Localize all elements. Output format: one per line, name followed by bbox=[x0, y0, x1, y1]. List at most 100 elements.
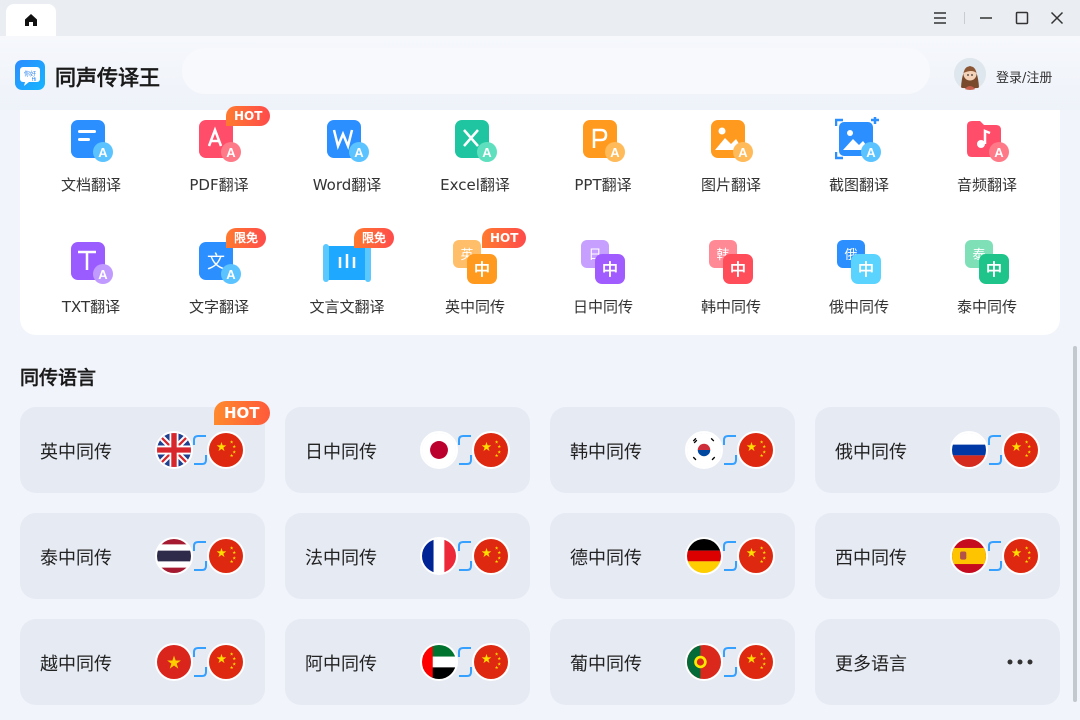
china-flag-icon: ★ ★★★★ bbox=[737, 537, 775, 575]
txt-translate-icon: A bbox=[71, 242, 113, 284]
lang-card-russian[interactable]: 俄中同传 ★ ★ ★ ★ ★ bbox=[815, 407, 1060, 493]
flag-pair: ★ ★ ★ ★ ★ bbox=[950, 431, 1040, 469]
svg-text:★: ★ bbox=[746, 651, 757, 666]
lang-card-korean[interactable]: 韩中同传 ★ ★ ★ ★ ★ bbox=[550, 407, 795, 493]
tool-pdf-translate[interactable]: A HOT PDF翻译 bbox=[155, 106, 283, 220]
uae-flag-icon bbox=[420, 643, 458, 681]
china-flag-icon: ★ ★★★★ bbox=[472, 643, 510, 681]
germany-flag-icon bbox=[685, 537, 723, 575]
svg-text:★: ★ bbox=[497, 550, 501, 556]
maximize-icon[interactable] bbox=[1012, 8, 1032, 28]
title-bar bbox=[0, 0, 1080, 36]
app-logo-icon: 你好 Hi bbox=[15, 60, 45, 90]
svg-text:★: ★ bbox=[1025, 453, 1029, 459]
free-badge: 限免 bbox=[226, 228, 267, 248]
ppt-translate-icon: A bbox=[583, 120, 625, 162]
svg-text:A: A bbox=[354, 145, 364, 160]
lang-card-label: 俄中同传 bbox=[835, 442, 907, 463]
lang-card-french[interactable]: 法中同传 ★ ★ ★ ★ ★ bbox=[285, 513, 530, 599]
tool-thai-chinese-interpret[interactable]: 泰 中 泰中同传 bbox=[923, 232, 1051, 342]
flag-pair: ★ ★ ★ ★ ★ bbox=[685, 537, 775, 575]
spain-flag-icon bbox=[950, 537, 988, 575]
lang-card-arabic[interactable]: 阿中同传 ★ ★ ★ ★ ★ bbox=[285, 619, 530, 705]
lang-card-label: 法中同传 bbox=[305, 548, 377, 569]
tool-label: Excel翻译 bbox=[440, 176, 510, 194]
tool-label: Word翻译 bbox=[312, 176, 382, 194]
section-title: 同传语言 bbox=[20, 367, 97, 389]
image-translate-icon: A bbox=[711, 120, 753, 162]
tool-label: 英中同传 bbox=[444, 298, 505, 316]
tool-label: 文档翻译 bbox=[60, 176, 121, 194]
hot-badge: HOT bbox=[482, 228, 527, 248]
avatar[interactable] bbox=[954, 58, 986, 90]
flag-pair: ★ ★ ★ ★ ★ bbox=[685, 431, 775, 469]
tool-image-translate[interactable]: A 图片翻译 bbox=[667, 110, 795, 220]
minimize-icon[interactable] bbox=[976, 8, 996, 28]
excel-translate-icon: A bbox=[455, 120, 497, 162]
tool-txt-translate[interactable]: A TXT翻译 bbox=[27, 232, 155, 342]
vertical-scrollbar[interactable] bbox=[1073, 346, 1077, 702]
svg-text:★: ★ bbox=[1011, 545, 1022, 560]
tool-label: 图片翻译 bbox=[700, 176, 761, 194]
flag-pair: ★ ★ ★ ★ ★ bbox=[420, 431, 510, 469]
more-dots-icon bbox=[1007, 659, 1033, 665]
svg-text:A: A bbox=[98, 145, 108, 160]
tool-excel-translate[interactable]: A Excel翻译 bbox=[411, 110, 539, 220]
tool-ppt-translate[interactable]: A PPT翻译 bbox=[539, 110, 667, 220]
lang-card-thai[interactable]: 泰中同传 ★ ★ ★ ★ ★ bbox=[20, 513, 265, 599]
tool-label: PPT翻译 bbox=[574, 176, 632, 194]
svg-text:A: A bbox=[482, 145, 492, 160]
lang-card-label: 葡中同传 bbox=[570, 654, 642, 675]
svg-text:A: A bbox=[994, 145, 1004, 160]
svg-text:★: ★ bbox=[166, 652, 182, 673]
search-bar[interactable] bbox=[182, 48, 930, 94]
flag-pair: ★ ★ ★ ★ ★ bbox=[155, 431, 245, 469]
china-flag-icon: ★ ★★★★ bbox=[1002, 537, 1040, 575]
lang-card-japanese[interactable]: 日中同传 ★ ★ ★ ★ ★ bbox=[285, 407, 530, 493]
lang-card-label: 日中同传 bbox=[305, 442, 377, 463]
tool-text-translate[interactable]: 文 A 限免 文字翻译 bbox=[155, 228, 283, 342]
hamburger-menu-icon[interactable] bbox=[930, 8, 950, 28]
tool-label: 文字翻译 bbox=[188, 298, 249, 316]
lang-card-portuguese[interactable]: 葡中同传 ★ ★ ★ ★ ★ bbox=[550, 619, 795, 705]
lang-card-label: 泰中同传 bbox=[40, 548, 112, 569]
china-flag-icon: ★ ★★★★ bbox=[1002, 431, 1040, 469]
tool-korean-chinese-interpret[interactable]: 韩 中 韩中同传 bbox=[667, 232, 795, 342]
tool-english-chinese-interpret[interactable]: 英 中 HOT 英中同传 bbox=[411, 228, 539, 342]
thailand-flag-icon bbox=[155, 537, 193, 575]
audio-translate-icon: A bbox=[967, 121, 1009, 162]
japan-flag-icon bbox=[420, 431, 458, 469]
svg-text:★: ★ bbox=[232, 550, 236, 556]
tool-label: 俄中同传 bbox=[828, 298, 889, 316]
lang-card-vietnamese[interactable]: 越中同传 ★ ★ ★ ★ ★ ★ bbox=[20, 619, 265, 705]
svg-text:★: ★ bbox=[216, 439, 227, 454]
tool-document-translate[interactable]: A 文档翻译 bbox=[27, 110, 155, 220]
tool-japanese-chinese-interpret[interactable]: 日 中 日中同传 bbox=[539, 232, 667, 342]
tool-word-translate[interactable]: A Word翻译 bbox=[283, 110, 411, 220]
tool-russian-chinese-interpret[interactable]: 俄 中 俄中同传 bbox=[795, 232, 923, 342]
login-register-link[interactable]: 登录/注册 bbox=[996, 67, 1052, 86]
lang-card-german[interactable]: 德中同传 ★ ★ ★ ★ ★ bbox=[550, 513, 795, 599]
svg-text:★: ★ bbox=[760, 453, 764, 459]
tool-classical-chinese-translate[interactable]: 限免 文言文翻译 bbox=[283, 228, 411, 342]
lang-card-label: 西中同传 bbox=[835, 548, 907, 569]
close-icon[interactable] bbox=[1047, 8, 1067, 28]
svg-text:★: ★ bbox=[495, 665, 499, 671]
svg-text:★: ★ bbox=[762, 550, 766, 556]
flag-pair: ★ ★ ★ ★ ★ bbox=[420, 537, 510, 575]
home-tab[interactable] bbox=[6, 4, 56, 36]
lang-card-more[interactable]: 更多语言 bbox=[815, 619, 1060, 705]
tool-screenshot-translate[interactable]: A 截图翻译 bbox=[795, 110, 923, 220]
china-flag-icon: ★ ★★★★ bbox=[207, 431, 245, 469]
china-flag-icon: ★ ★★★★ bbox=[207, 537, 245, 575]
korea-flag-icon bbox=[685, 431, 723, 469]
svg-text:★: ★ bbox=[1027, 550, 1031, 556]
header: 你好 Hi 同声传译王 登录/注册 bbox=[0, 36, 1080, 110]
svg-text:★: ★ bbox=[1027, 444, 1031, 450]
china-flag-icon: ★ ★★★★ bbox=[472, 431, 510, 469]
lang-card-label: 德中同传 bbox=[570, 548, 642, 569]
lang-card-spanish[interactable]: 西中同传 ★ ★ ★ ★ ★ bbox=[815, 513, 1060, 599]
tool-label: 泰中同传 bbox=[956, 298, 1017, 316]
svg-text:★: ★ bbox=[232, 444, 236, 450]
tool-audio-translate[interactable]: A 音频翻译 bbox=[923, 110, 1051, 220]
